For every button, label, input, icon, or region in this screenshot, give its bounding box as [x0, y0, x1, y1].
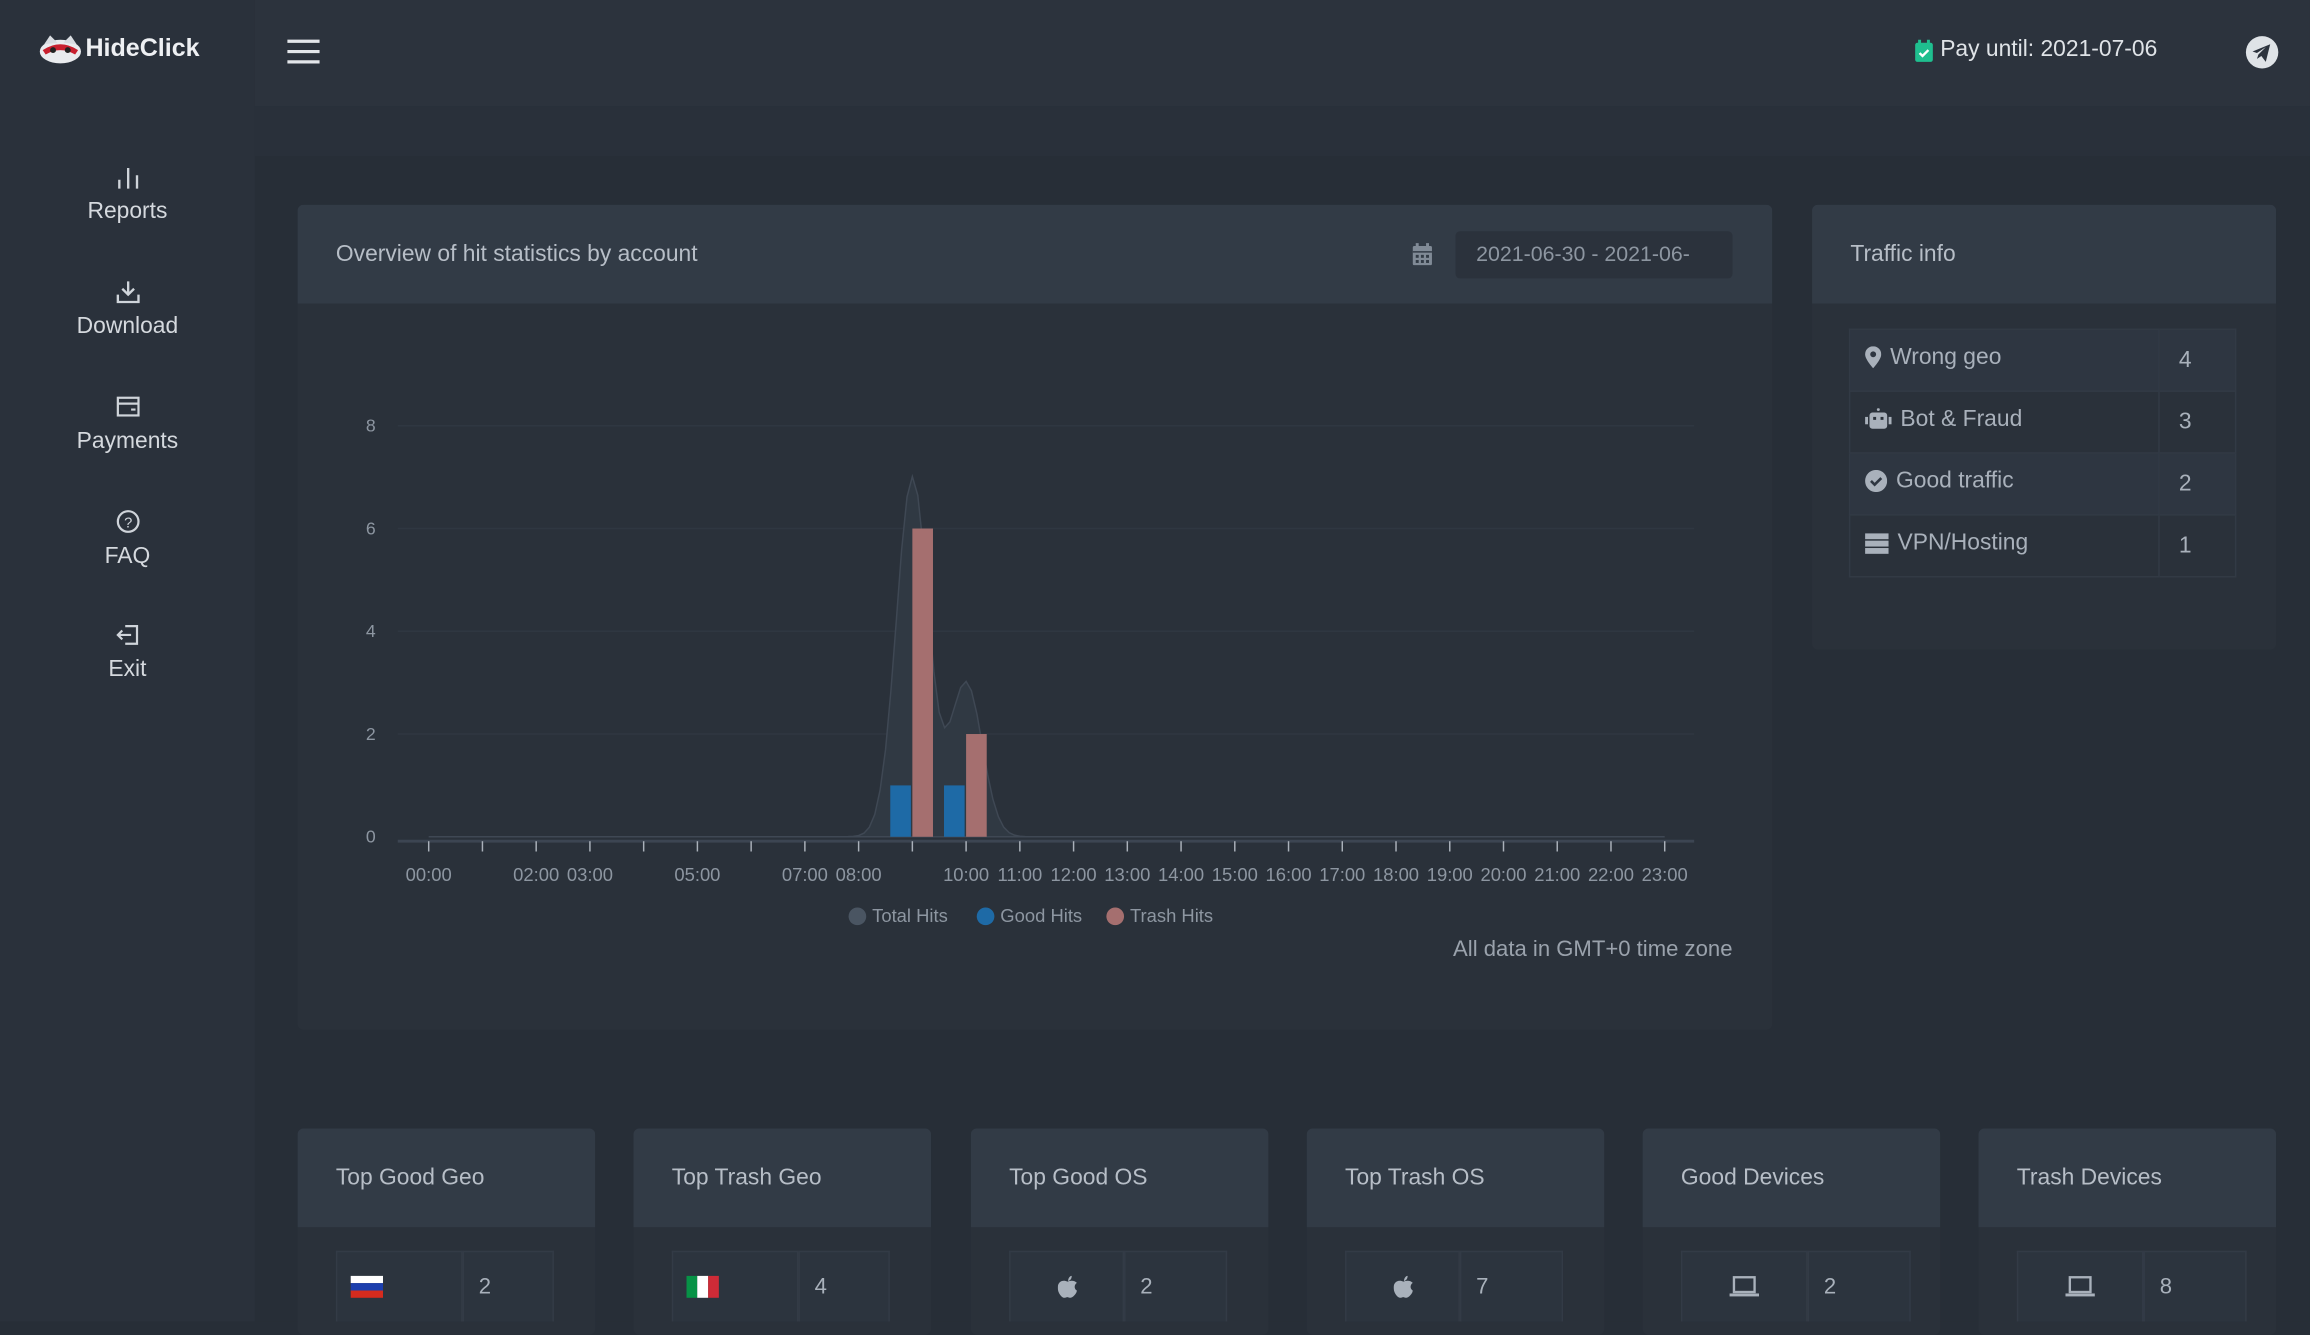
legend-item[interactable]: Total Hits [872, 905, 948, 926]
top-card-row: 8 [2016, 1250, 2247, 1322]
check-circle-icon [1865, 470, 1888, 493]
x-tick-label: 00:00 [406, 864, 452, 885]
row-label: VPN/Hosting [1897, 530, 2029, 556]
table-row: Bot & Fraud 3 [1848, 390, 2237, 454]
good-hits-bar [890, 785, 911, 837]
apple-icon [1009, 1250, 1125, 1322]
traffic-info-table: Wrong geo 4 Bot & Fraud 3 Good traffic 2 VP… [1848, 328, 2237, 578]
x-tick-label: 23:00 [1642, 864, 1688, 885]
y-tick-label: 0 [366, 827, 376, 847]
x-tick-label: 12:00 [1051, 864, 1097, 885]
x-tick-label: 16:00 [1266, 864, 1312, 885]
top-card-value: 7 [1459, 1250, 1564, 1322]
x-tick-label: 08:00 [836, 864, 882, 885]
x-tick-label: 02:00 [513, 864, 559, 885]
flag-russia-icon [335, 1250, 463, 1322]
legend-marker [1106, 907, 1125, 926]
top-card-value: 2 [1807, 1250, 1911, 1322]
x-tick-label: 14:00 [1158, 864, 1204, 885]
top-card-value: 2 [462, 1250, 554, 1322]
row-value: 3 [2158, 390, 2237, 454]
top-card-row: 2 [1680, 1250, 1911, 1322]
x-tick-label: 18:00 [1373, 864, 1419, 885]
top-card-title: Trash Devices [1978, 1128, 2277, 1228]
flag-italy-icon [671, 1250, 799, 1322]
legend-item[interactable]: Good Hits [1000, 905, 1082, 926]
row-label: Bot & Fraud [1900, 406, 2023, 432]
top-card-value: 4 [798, 1250, 890, 1322]
top-card-title: Top Good Geo [297, 1128, 596, 1228]
x-tick-label: 19:00 [1427, 864, 1473, 885]
trash-hits-bar [966, 734, 987, 837]
table-row: Good traffic 2 [1848, 452, 2237, 516]
timezone-note: All data in GMT+0 time zone [1453, 936, 1733, 962]
x-tick-label: 10:00 [943, 864, 989, 885]
apple-icon [1345, 1250, 1460, 1322]
x-tick-label: 05:00 [674, 864, 720, 885]
row-label: Good traffic [1896, 468, 2014, 494]
row-value: 1 [2158, 514, 2237, 578]
top-card-title: Good Devices [1642, 1128, 1941, 1228]
traffic-info-title: Traffic info [1812, 204, 2277, 304]
robot-icon [1865, 408, 1892, 430]
good-hits-bar [944, 785, 965, 837]
legend-marker [976, 907, 995, 926]
x-tick-label: 11:00 [997, 864, 1042, 885]
top-card-title: Top Trash OS [1306, 1128, 1605, 1228]
x-tick-label: 03:00 [567, 864, 613, 885]
x-tick-label: 22:00 [1588, 864, 1634, 885]
y-tick-label: 4 [366, 621, 376, 641]
row-value: 4 [2158, 328, 2237, 392]
top-card-row: 7 [1345, 1250, 1564, 1322]
legend-item[interactable]: Trash Hits [1130, 905, 1213, 926]
trash-hits-bar [912, 528, 933, 837]
x-tick-label: 17:00 [1319, 864, 1365, 885]
y-tick-label: 2 [366, 724, 376, 744]
x-tick-label: 15:00 [1212, 864, 1258, 885]
top-card-row: 2 [1009, 1250, 1228, 1322]
table-row: VPN/Hosting 1 [1848, 514, 2237, 578]
x-tick-label: 07:00 [782, 864, 828, 885]
table-row: Wrong geo 4 [1848, 328, 2237, 392]
top-card-title: Top Trash Geo [633, 1128, 932, 1228]
total-hits-area [428, 473, 1665, 838]
top-card-value: 8 [2143, 1250, 2247, 1322]
laptop-icon [2016, 1250, 2144, 1322]
server-icon [1865, 533, 1889, 554]
laptop-icon [1680, 1250, 1808, 1322]
top-card-value: 2 [1124, 1250, 1228, 1322]
top-card-title: Top Good OS [970, 1128, 1269, 1228]
x-tick-label: 21:00 [1534, 864, 1580, 885]
y-tick-label: 8 [366, 416, 376, 436]
row-value: 2 [2158, 452, 2237, 516]
legend-marker [848, 907, 867, 926]
x-tick-label: 20:00 [1480, 864, 1526, 885]
y-tick-label: 6 [366, 518, 376, 538]
row-label: Wrong geo [1890, 344, 2002, 370]
x-tick-label: 13:00 [1104, 864, 1150, 885]
top-card-row: 2 [335, 1250, 554, 1322]
map-marker-icon [1865, 346, 1882, 369]
top-card-row: 4 [671, 1250, 890, 1322]
